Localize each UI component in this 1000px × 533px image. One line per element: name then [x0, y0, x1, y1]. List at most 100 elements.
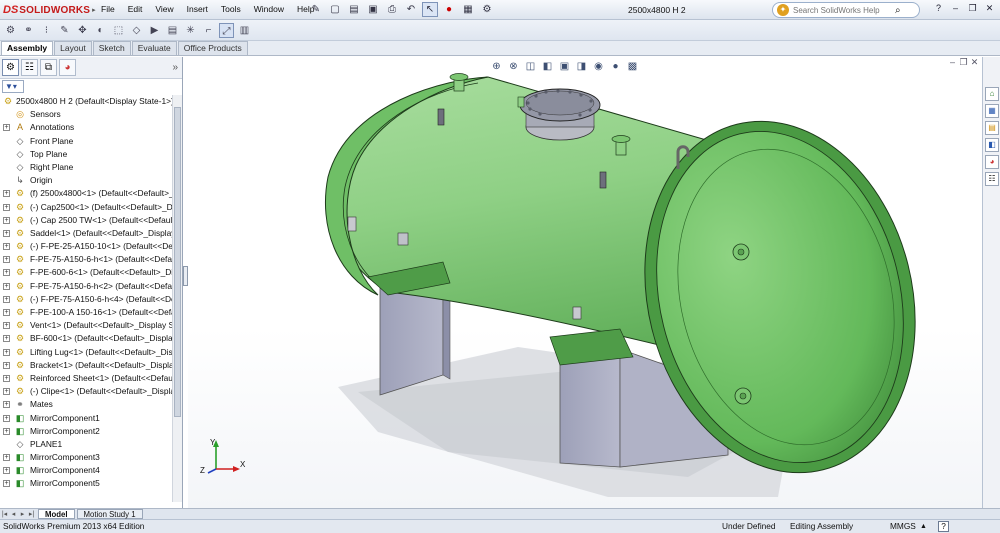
expand-toggle-icon[interactable]: +	[3, 256, 10, 264]
edit-appearance-icon[interactable]: ●	[607, 59, 624, 74]
pattern-icon[interactable]: ⁝	[39, 23, 54, 38]
tree-item[interactable]: + ⚙ Bracket<1> (Default<<Default>_Display …	[0, 359, 172, 372]
menu-tools[interactable]: Tools	[221, 4, 241, 14]
new-motion-study-icon[interactable]: ▶	[147, 23, 162, 38]
explode-line-sketch-icon[interactable]: ⌐	[201, 23, 216, 38]
tab-model[interactable]: Model	[38, 509, 75, 519]
bill-of-materials-icon[interactable]: ▤	[165, 23, 180, 38]
last-tab-icon[interactable]: ▸|	[27, 510, 36, 518]
filter-icon[interactable]: ▼▾	[2, 80, 24, 93]
tree-item[interactable]: ◇ PLANE1	[0, 438, 172, 451]
expand-toggle-icon[interactable]: +	[3, 282, 10, 290]
menu-insert[interactable]: Insert	[187, 4, 208, 14]
tree-item[interactable]: + ⚙ Saddel<1> (Default<<Default>_Display S…	[0, 227, 172, 240]
expand-toggle-icon[interactable]: +	[3, 309, 10, 316]
graphics-area[interactable]: ⊕ ⊗ ◫ ◧ ▣ ◨ ◉ ● ▩ – ❐ ✕ Y X Z	[188, 57, 982, 508]
display-manager-tab-icon[interactable]: ◕	[59, 59, 76, 76]
mate-icon[interactable]: ⚭	[21, 23, 36, 38]
expand-toggle-icon[interactable]: +	[3, 467, 10, 475]
help-icon[interactable]: ?	[938, 521, 949, 532]
design-library-icon[interactable]: ▦	[985, 104, 999, 118]
expand-toggle-icon[interactable]: +	[3, 388, 10, 396]
expand-toggle-icon[interactable]: +	[3, 203, 10, 211]
expand-toggle-icon[interactable]: +	[3, 190, 10, 198]
expand-toggle-icon[interactable]: +	[3, 427, 10, 435]
expand-toggle-icon[interactable]: +	[3, 124, 10, 132]
expand-toggle-icon[interactable]: +	[3, 243, 10, 251]
tree-item[interactable]: + ⚙ F-PE-75-A150-6-h<1> (Default<<Default>…	[0, 253, 172, 266]
tree-item[interactable]: ◇ Right Plane	[0, 161, 172, 174]
solidworks-resources-icon[interactable]: ⌂	[985, 87, 999, 101]
tree-item[interactable]: + ◧ MirrorComponent2	[0, 425, 172, 438]
undo-icon[interactable]: ↶	[403, 2, 419, 17]
apply-scene-icon[interactable]: ▩	[624, 59, 641, 74]
exploded-view-icon[interactable]: ✳	[183, 23, 198, 38]
new-document-icon[interactable]: ▢	[327, 2, 343, 17]
expand-toggle-icon[interactable]: +	[3, 454, 10, 462]
solidworks-logo[interactable]: DS SOLIDWORKS ▸	[3, 3, 96, 17]
tree-item[interactable]: + ⚙ (-) Cap 2500 TW<1> (Default<<Default>_…	[0, 214, 172, 227]
tree-item[interactable]: + ⚙ BF-600<1> (Default<<Default>_Display S…	[0, 332, 172, 345]
expand-toggle-icon[interactable]: +	[3, 295, 10, 303]
tab-office-products[interactable]: Office Products	[177, 41, 248, 55]
instant3d-icon[interactable]: ⤢	[219, 22, 234, 38]
search-input[interactable]	[793, 5, 895, 15]
chevron-right-icon[interactable]: »	[172, 62, 178, 73]
section-view-icon[interactable]: ◧	[539, 59, 556, 74]
tree-item[interactable]: + ⚙ F-PE-600-6<1> (Default<<Default>_Displ…	[0, 266, 172, 279]
menu-window[interactable]: Window	[254, 4, 284, 14]
menu-file[interactable]: File	[101, 4, 115, 14]
move-component-icon[interactable]: ✥	[75, 23, 90, 38]
expand-toggle-icon[interactable]: +	[3, 216, 10, 224]
tree-item[interactable]: + ◧ MirrorComponent3	[0, 451, 172, 464]
view-orientation-icon[interactable]: ▣	[556, 59, 573, 74]
show-hidden-icon[interactable]: ◐	[93, 23, 108, 38]
minimize-icon[interactable]: –	[947, 57, 958, 68]
units-selector[interactable]: MMGS	[890, 520, 916, 533]
expand-toggle-icon[interactable]: +	[3, 374, 10, 382]
rebuild-icon[interactable]: ●	[441, 2, 457, 17]
insert-components-icon[interactable]: ⚙	[3, 23, 18, 38]
custom-properties-icon[interactable]: ☷	[985, 172, 999, 186]
expand-toggle-icon[interactable]: +	[3, 480, 10, 488]
tree-item[interactable]: ◇ Front Plane	[0, 135, 172, 148]
tree-item[interactable]: + ⚙ Lifting Lug<1> (Default<<Default>_Disp…	[0, 346, 172, 359]
hide-show-items-icon[interactable]: ◉	[590, 59, 607, 74]
tree-item[interactable]: + ◧ MirrorComponent1	[0, 412, 172, 425]
previous-view-icon[interactable]: ◫	[522, 59, 539, 74]
tab-sketch[interactable]: Sketch	[92, 41, 131, 55]
tab-evaluate[interactable]: Evaluate	[131, 41, 177, 55]
expand-toggle-icon[interactable]: +	[3, 335, 10, 343]
pushpin-icon[interactable]: ✎	[308, 2, 324, 17]
tree-root-item[interactable]: ⚙ 2500x4800 H 2 (Default<Display State-1>…	[0, 95, 172, 108]
tree-item[interactable]: + ⚭ Mates	[0, 398, 172, 411]
tab-motion-study-1[interactable]: Motion Study 1	[76, 509, 143, 519]
close-icon[interactable]: ✕	[983, 3, 996, 14]
tree-item[interactable]: + ⚙ Vent<1> (Default<<Default>_Display Sta…	[0, 319, 172, 332]
restore-icon[interactable]: ❐	[966, 3, 979, 14]
tree-item[interactable]: ↳ Origin	[0, 174, 172, 187]
help-question-icon[interactable]: ?	[932, 3, 945, 14]
appearances-icon[interactable]: ◕	[985, 155, 999, 169]
tree-item[interactable]: + ⚙ (-) F-PE-25-A150-10<1> (Default<<Defau…	[0, 240, 172, 253]
menu-view[interactable]: View	[155, 4, 173, 14]
zoom-to-fit-icon[interactable]: ⊕	[488, 59, 505, 74]
save-icon[interactable]: ▣	[365, 2, 381, 17]
tab-layout[interactable]: Layout	[54, 41, 92, 55]
close-icon[interactable]: ✕	[969, 57, 980, 68]
property-manager-tab-icon[interactable]: ☷	[21, 59, 38, 76]
open-folder-icon[interactable]: ▤	[346, 2, 362, 17]
expand-toggle-icon[interactable]: +	[3, 361, 10, 369]
units-arrow-icon[interactable]: ▲	[920, 520, 927, 533]
file-explorer-icon[interactable]: ▤	[985, 121, 999, 135]
tree-item[interactable]: + ⚙ F-PE-75-A150-6-h<2> (Default<<Default>…	[0, 280, 172, 293]
tree-item[interactable]: + ⚙ Reinforced Sheet<1> (Default<<Default>…	[0, 372, 172, 385]
options-gear-icon[interactable]: ⚙	[479, 2, 495, 17]
expand-toggle-icon[interactable]: +	[3, 401, 10, 409]
restore-icon[interactable]: ❐	[958, 57, 969, 68]
tree-item[interactable]: + ⚙ (f) 2500x4800<1> (Default<<Default>_Di…	[0, 187, 172, 200]
scrollbar-thumb[interactable]	[174, 107, 181, 417]
expand-toggle-icon[interactable]: +	[3, 269, 10, 277]
tree-item[interactable]: + ◧ MirrorComponent5	[0, 477, 172, 490]
tree-item[interactable]: ◎ Sensors	[0, 108, 172, 121]
